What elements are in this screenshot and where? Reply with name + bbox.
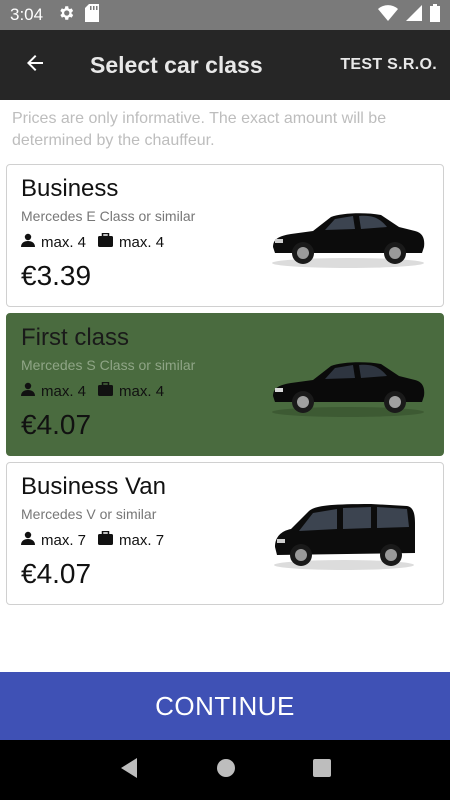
suitcase-icon [98, 232, 119, 251]
car-class-card-business-van[interactable]: Business Van Mercedes V or similar max. … [6, 462, 444, 605]
car-model: Mercedes V or similar [21, 506, 157, 522]
suitcase-icon [98, 381, 119, 400]
battery-icon [430, 3, 440, 27]
sedan-car-image [269, 203, 427, 274]
passenger-capacity: max. 4 [21, 233, 86, 251]
wifi-icon [378, 4, 398, 26]
luggage-capacity: max. 4 [98, 232, 164, 251]
person-icon [21, 382, 41, 400]
luggage-capacity: max. 4 [98, 381, 164, 400]
car-class-price: €4.07 [21, 409, 92, 440]
nav-home-icon[interactable] [216, 758, 236, 783]
app-bar: Select car class TEST S.R.O. [0, 30, 450, 100]
car-model: Mercedes S Class or similar [21, 357, 196, 373]
gear-icon [57, 4, 75, 27]
back-button[interactable] [0, 30, 70, 100]
status-bar: 3:04 [0, 0, 450, 30]
page-title: Select car class [90, 51, 263, 78]
price-notice: Prices are only informative. The exact a… [12, 110, 387, 149]
company-name[interactable]: TEST S.R.O. [340, 56, 437, 74]
system-nav-bar [0, 740, 450, 800]
passenger-capacity: max. 4 [21, 382, 86, 400]
car-class-name: Business [21, 175, 119, 202]
signal-icon [406, 4, 422, 26]
nav-recents-icon[interactable] [313, 758, 332, 782]
car-model: Mercedes E Class or similar [21, 208, 196, 224]
car-class-price: €3.39 [21, 260, 92, 291]
car-class-card-business[interactable]: Business Mercedes E Class or similar max… [6, 164, 444, 307]
person-icon [21, 531, 41, 549]
car-class-card-first-class[interactable]: First class Mercedes S Class or similar … [6, 313, 444, 456]
suitcase-icon [98, 530, 119, 549]
luggage-capacity: max. 7 [98, 530, 164, 549]
van-car-image [271, 501, 417, 576]
status-time: 3:04 [10, 5, 44, 24]
car-class-name: Business Van [21, 473, 166, 500]
nav-back-icon[interactable] [119, 757, 139, 784]
luxury-sedan-car-image [269, 352, 427, 423]
person-icon [21, 233, 41, 251]
passenger-capacity: max. 7 [21, 531, 86, 549]
sd-card-icon [85, 3, 100, 27]
car-class-name: First class [21, 324, 129, 351]
car-class-price: €4.07 [21, 558, 92, 589]
continue-button[interactable]: CONTINUE [0, 672, 450, 740]
arrow-back-icon [23, 51, 47, 80]
